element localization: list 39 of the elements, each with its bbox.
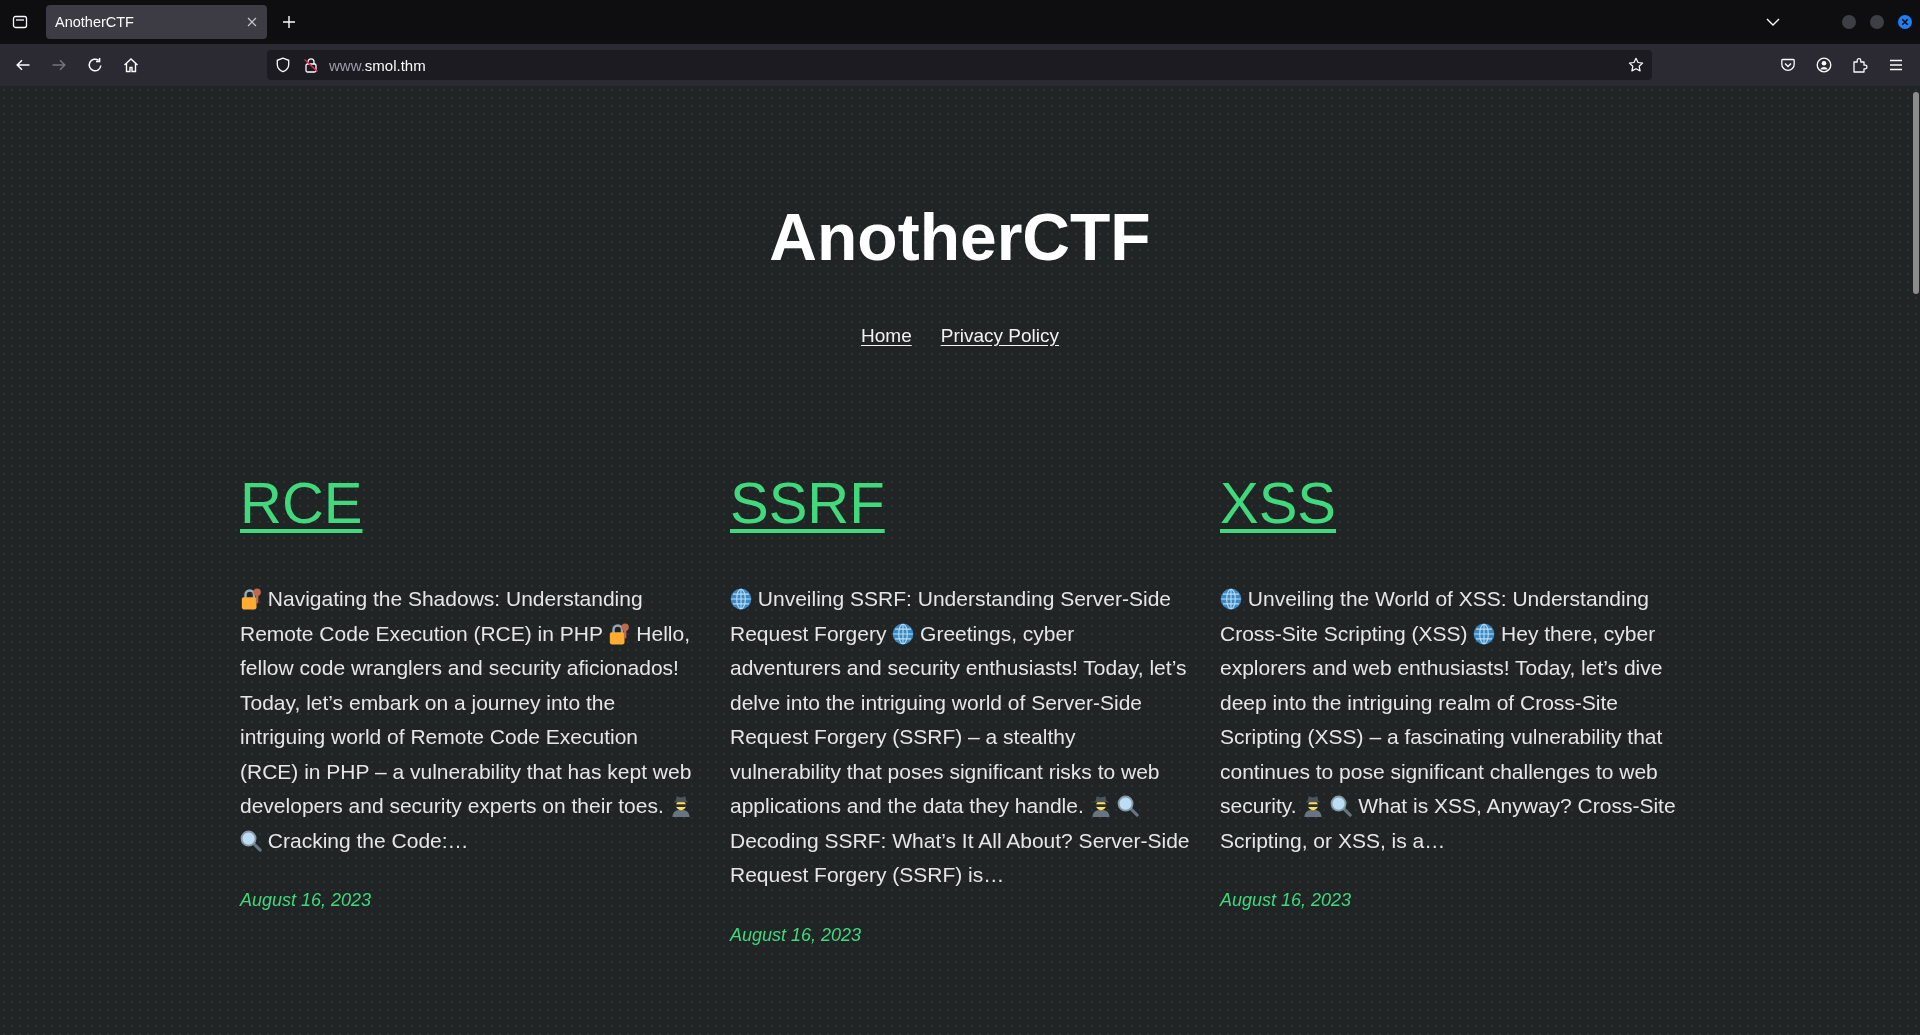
post-excerpt: Unveiling the World of XSS: Understanding Cross-Site Scripting (XSS) Hey there, cyber explorers and web enthusiasts! Today, let’s dive deep into the intriguing realm of Cross-Site Scripting (XSS) – a fascinating vulnerability that continues to pose significant challenges to web security. What is XSS, Anyway? Cross-Site Scripting, or XSS, is a… bbox=[1220, 586, 1677, 854]
magnifier-icon bbox=[1330, 795, 1353, 817]
puzzle-icon[interactable] bbox=[1852, 57, 1868, 73]
magnifier-icon bbox=[240, 829, 262, 852]
post-date: August 16, 2023 bbox=[730, 923, 863, 947]
browser-tab[interactable]: AnotherCTF bbox=[46, 5, 267, 39]
post-title-link[interactable]: RCE bbox=[240, 468, 363, 538]
nav-link[interactable]: Home bbox=[861, 324, 912, 348]
pocket-icon[interactable] bbox=[1780, 57, 1796, 73]
shield-icon[interactable] bbox=[275, 57, 291, 73]
address-field[interactable]: www.smol.thm bbox=[267, 50, 1652, 80]
site-title: AnotherCTF bbox=[769, 199, 1151, 276]
scrollbar-thumb[interactable] bbox=[1913, 92, 1919, 294]
account-icon[interactable] bbox=[1816, 57, 1832, 73]
home-icon[interactable] bbox=[123, 57, 139, 73]
globe-icon bbox=[730, 588, 752, 610]
magnifier-icon bbox=[1117, 795, 1140, 817]
padlock-key-icon bbox=[608, 622, 631, 645]
tab-list-icon[interactable] bbox=[12, 14, 28, 30]
globe-icon bbox=[892, 622, 915, 645]
post-excerpt: Unveiling SSRF: Understanding Server-Side Request Forgery Greetings, cyber adventurers and security enthusiasts! Today, let’s delve into the intriguing world of Server-Side Request Forgery (SSRF) – a stealthy vulnerability that poses significant risks to web applications and the data they handle. Decoding SSRF: What’s It All About? Server-Side Request Forgery (SSRF) is… bbox=[730, 586, 1190, 888]
nav-link[interactable]: Privacy Policy bbox=[940, 324, 1059, 348]
post-date: August 16, 2023 bbox=[240, 889, 373, 912]
plus-icon[interactable] bbox=[282, 15, 296, 29]
post-excerpt: Navigating the Shadows: Understanding Remote Code Execution (RCE) in PHP Hello, fellow code wranglers and security aficionados! Today, let’s embark on a journey into the intriguing world of Remote Code Execution (RCE) in PHP – a vulnerability that has kept web developers and security experts on their toes. Cracking the Code:… bbox=[240, 586, 693, 854]
chevron-down-icon[interactable] bbox=[1766, 18, 1780, 26]
padlock-key-icon bbox=[240, 588, 262, 610]
globe-icon bbox=[1473, 622, 1496, 645]
post-title-link[interactable]: XSS bbox=[1220, 468, 1337, 538]
window-close-icon[interactable] bbox=[1898, 15, 1912, 29]
menu-icon[interactable] bbox=[1888, 57, 1904, 73]
reload-icon[interactable] bbox=[87, 57, 103, 73]
bookmark-star-icon[interactable] bbox=[1628, 57, 1644, 73]
post-date: August 16, 2023 bbox=[1220, 889, 1353, 912]
globe-icon bbox=[1220, 588, 1242, 610]
close-icon[interactable] bbox=[247, 17, 257, 27]
crossed-lock-icon[interactable] bbox=[303, 57, 319, 73]
post-title-link[interactable]: SSRF bbox=[730, 468, 885, 538]
back-arrow-icon[interactable] bbox=[15, 57, 31, 73]
